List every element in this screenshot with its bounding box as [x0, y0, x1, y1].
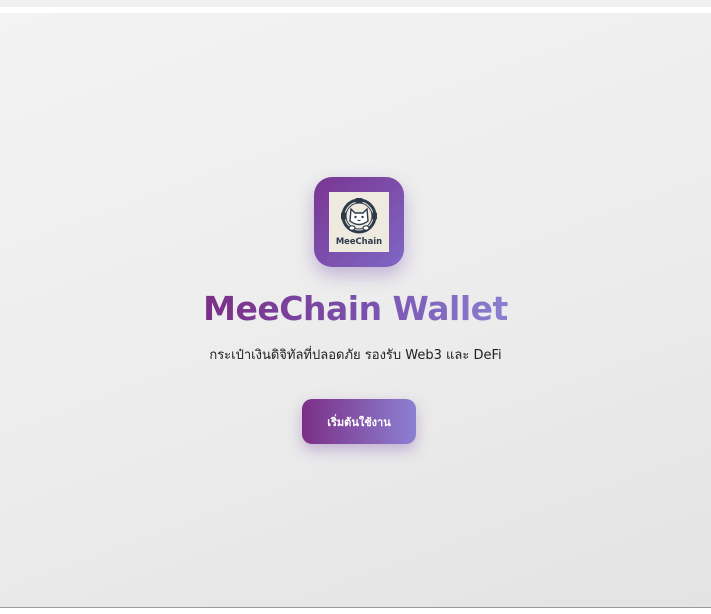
cat-mascot-icon: MeeChain [336, 198, 382, 246]
meechain-logo-image: MeeChain [329, 192, 389, 252]
welcome-screen: MeeChain MeeChain Wallet กระเป๋าเงินดิจิ… [0, 13, 711, 607]
window-bottom-strip [0, 608, 711, 614]
app-title-text: MeeChain Wallet [203, 289, 508, 328]
logo-wordmark: MeeChain [336, 236, 382, 246]
app-subtitle: กระเป๋าเงินดิจิทัลที่ปลอดภัย รองรับ Web3… [209, 348, 502, 363]
app-title: MeeChain Wallet [0, 289, 711, 329]
app-logo: MeeChain [314, 177, 404, 267]
browser-top-strip [0, 0, 711, 7]
start-button[interactable]: เริ่มต้นใช้งาน [302, 399, 416, 444]
